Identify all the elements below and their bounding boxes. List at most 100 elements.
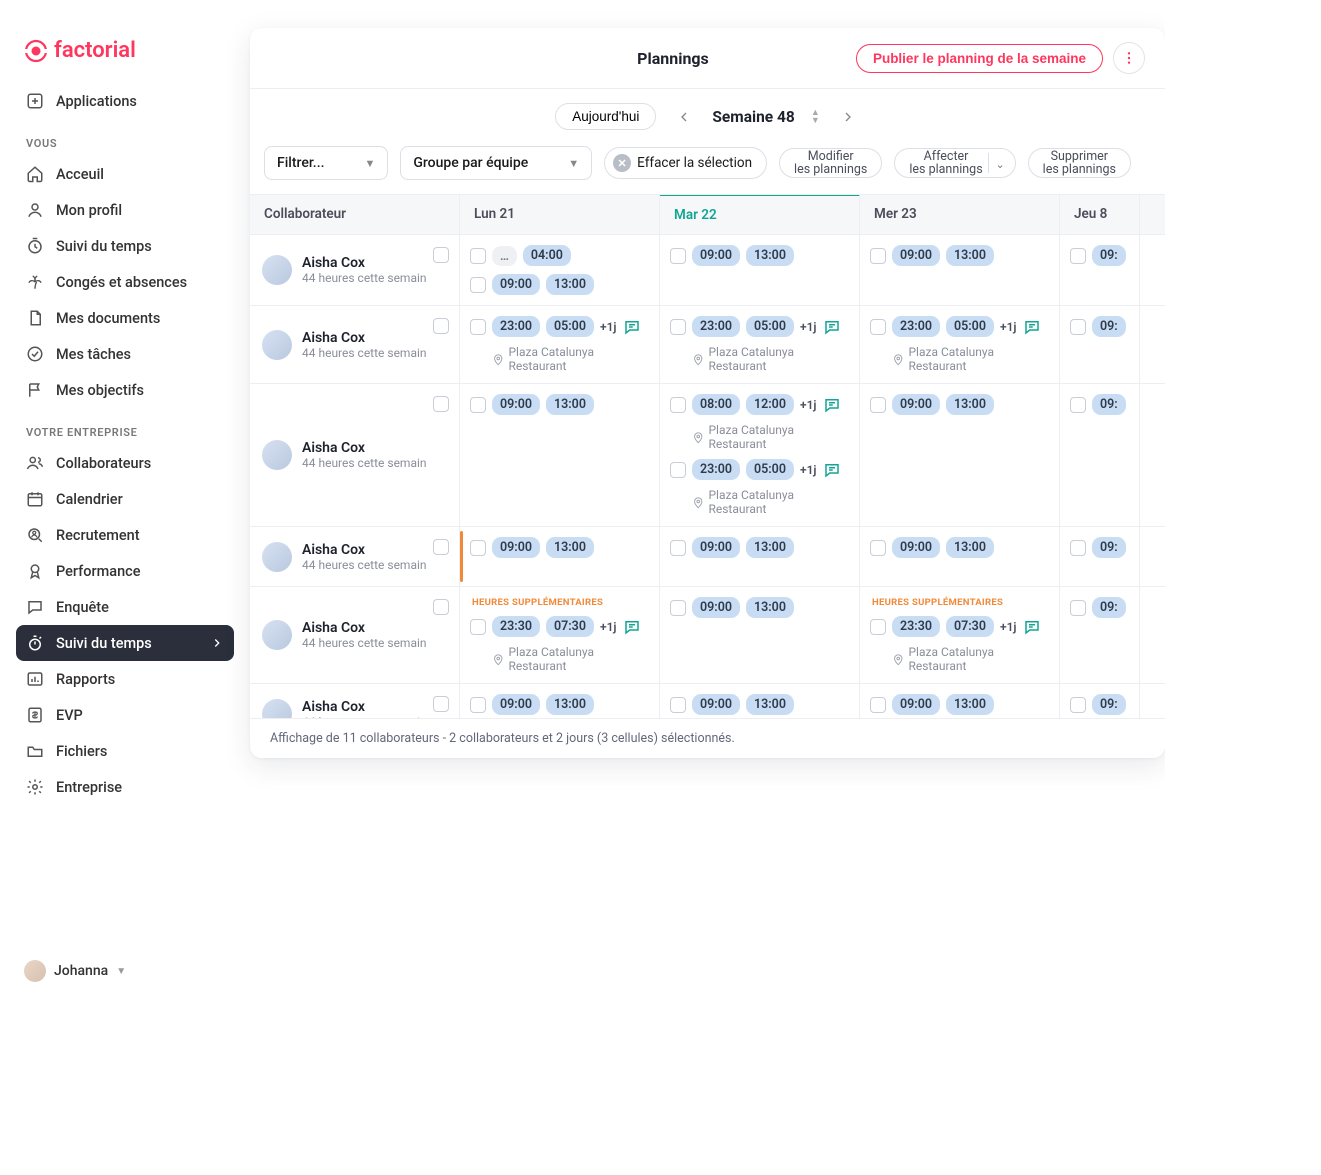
shift-checkbox[interactable]	[470, 277, 486, 293]
shift-entry[interactable]: 09:0013:00	[470, 537, 649, 558]
shift-entry[interactable]: 23:3007:30+1j	[470, 616, 649, 637]
sidebar-item-enquete[interactable]: Enquête	[16, 589, 234, 625]
day-cell[interactable]: 09:	[1060, 587, 1140, 683]
row-checkbox[interactable]	[433, 247, 449, 263]
sidebar-item-entreprise[interactable]: Entreprise	[16, 769, 234, 805]
collaborator-cell[interactable]: Aisha Cox44 heures cette semain	[250, 235, 460, 305]
day-cell[interactable]: 08:0012:00+1jPlaza Catalunya Restaurant2…	[660, 384, 860, 526]
shift-checkbox[interactable]	[870, 619, 886, 635]
more-menu-button[interactable]	[1113, 42, 1145, 74]
shift-entry[interactable]: 08:0012:00+1j	[670, 394, 849, 415]
shift-entry[interactable]: 23:0005:00+1j	[870, 316, 1049, 337]
group-select[interactable]: Groupe par équipe ▼	[400, 146, 592, 180]
comment-button[interactable]	[1023, 618, 1041, 636]
row-checkbox[interactable]	[433, 318, 449, 334]
column-header-day[interactable]: Lun 21	[460, 195, 660, 234]
shift-checkbox[interactable]	[470, 540, 486, 556]
shift-entry[interactable]: 09:	[1070, 694, 1129, 715]
shift-entry[interactable]: 09:0013:00	[870, 537, 1049, 558]
collaborator-cell[interactable]: Aisha Cox44 heures cette semain	[250, 306, 460, 383]
shift-checkbox[interactable]	[670, 462, 686, 478]
shift-entry[interactable]: 09:	[1070, 537, 1129, 558]
sidebar-item-suivi[interactable]: Suivi du temps	[16, 228, 234, 264]
shift-checkbox[interactable]	[1070, 697, 1086, 713]
sidebar-item-performance[interactable]: Performance	[16, 553, 234, 589]
sidebar-item-suivi-temps[interactable]: Suivi du temps	[16, 625, 234, 661]
row-checkbox[interactable]	[433, 599, 449, 615]
day-cell[interactable]: 09:0013:00	[860, 235, 1060, 305]
shift-checkbox[interactable]	[1070, 600, 1086, 616]
prev-week-button[interactable]	[672, 105, 696, 129]
day-cell[interactable]: 09:	[1060, 384, 1140, 526]
shift-checkbox[interactable]	[870, 697, 886, 713]
comment-button[interactable]	[1023, 318, 1041, 336]
shift-checkbox[interactable]	[870, 248, 886, 264]
day-cell[interactable]: 09:0013:00	[460, 684, 660, 718]
column-header-day[interactable]: Jeu 8	[1060, 195, 1140, 234]
shift-checkbox[interactable]	[670, 319, 686, 335]
sidebar-item-fichiers[interactable]: Fichiers	[16, 733, 234, 769]
week-stepper[interactable]: ▲ ▼	[811, 109, 820, 125]
shift-entry[interactable]: 09:0013:00	[470, 694, 649, 715]
day-cell[interactable]: 09:0013:00	[660, 527, 860, 586]
next-week-button[interactable]	[836, 105, 860, 129]
sidebar-item-docs[interactable]: Mes documents	[16, 300, 234, 336]
sidebar-item-acceuil[interactable]: Acceuil	[16, 156, 234, 192]
shift-entry[interactable]: 09:0013:00	[870, 394, 1049, 415]
sidebar-item-evp[interactable]: EVP	[16, 697, 234, 733]
filter-select[interactable]: Filtrer... ▼	[264, 146, 388, 180]
shift-entry[interactable]: 23:0005:00+1j	[670, 316, 849, 337]
shift-checkbox[interactable]	[670, 600, 686, 616]
modify-plannings-button[interactable]: Modifier les plannings	[779, 148, 882, 178]
shift-entry[interactable]: 23:3007:30+1j	[870, 616, 1049, 637]
shift-checkbox[interactable]	[870, 397, 886, 413]
column-header-day[interactable]: Mer 23	[860, 195, 1060, 234]
column-header-day[interactable]: Mar 22	[660, 195, 860, 234]
shift-checkbox[interactable]	[1070, 248, 1086, 264]
shift-entry[interactable]: 23:0005:00+1j	[470, 316, 649, 337]
sidebar-item-conges[interactable]: Congés et absences	[16, 264, 234, 300]
row-checkbox[interactable]	[433, 696, 449, 712]
day-cell[interactable]: HEURES SUPPLÉMENTAIRES23:3007:30+1jPlaza…	[860, 587, 1060, 683]
sidebar-item-collaborateurs[interactable]: Collaborateurs	[16, 445, 234, 481]
shift-entry[interactable]: 09:0013:00	[670, 537, 849, 558]
current-user-chip[interactable]: Johanna ▼	[16, 952, 234, 990]
today-button[interactable]: Aujourd'hui	[555, 103, 656, 130]
shift-checkbox[interactable]	[670, 697, 686, 713]
shift-checkbox[interactable]	[1070, 540, 1086, 556]
publish-button[interactable]: Publier le planning de la semaine	[856, 44, 1103, 73]
day-cell[interactable]: …04:0009:0013:00	[460, 235, 660, 305]
collaborator-cell[interactable]: Aisha Cox44 heures cette semain	[250, 587, 460, 683]
comment-button[interactable]	[623, 318, 641, 336]
shift-entry[interactable]: 09:0013:00	[670, 597, 849, 618]
day-cell[interactable]: 09:	[1060, 306, 1140, 383]
shift-checkbox[interactable]	[470, 319, 486, 335]
day-cell[interactable]: 09:0013:00	[660, 235, 860, 305]
shift-entry[interactable]: 09:	[1070, 394, 1129, 415]
day-cell[interactable]: HEURES SUPPLÉMENTAIRES23:3007:30+1jPlaza…	[460, 587, 660, 683]
shift-checkbox[interactable]	[670, 540, 686, 556]
sidebar-item-profil[interactable]: Mon profil	[16, 192, 234, 228]
day-cell[interactable]: 09:0013:00	[660, 684, 860, 718]
shift-entry[interactable]: 09:0013:00	[870, 694, 1049, 715]
day-cell[interactable]: 23:0005:00+1jPlaza Catalunya Restaurant	[660, 306, 860, 383]
shift-entry[interactable]: 09:0013:00	[670, 245, 849, 266]
shift-checkbox[interactable]	[1070, 397, 1086, 413]
shift-checkbox[interactable]	[1070, 319, 1086, 335]
day-cell[interactable]: 09:	[1060, 684, 1140, 718]
shift-checkbox[interactable]	[470, 248, 486, 264]
comment-button[interactable]	[823, 318, 841, 336]
sidebar-item-taches[interactable]: Mes tâches	[16, 336, 234, 372]
shift-entry[interactable]: 09:	[1070, 316, 1129, 337]
row-checkbox[interactable]	[433, 396, 449, 412]
delete-plannings-button[interactable]: Supprimer les plannings	[1028, 148, 1131, 178]
collaborator-cell[interactable]: Aisha Cox44 heures cette semain	[250, 684, 460, 718]
shift-checkbox[interactable]	[670, 397, 686, 413]
day-cell[interactable]: 09:	[1060, 527, 1140, 586]
day-cell[interactable]: 09:	[1060, 235, 1140, 305]
shift-checkbox[interactable]	[870, 540, 886, 556]
day-cell[interactable]: 09:0013:00	[460, 384, 660, 526]
comment-button[interactable]	[823, 396, 841, 414]
day-cell[interactable]: 09:0013:00	[660, 587, 860, 683]
sidebar-item-recrutement[interactable]: Recrutement	[16, 517, 234, 553]
